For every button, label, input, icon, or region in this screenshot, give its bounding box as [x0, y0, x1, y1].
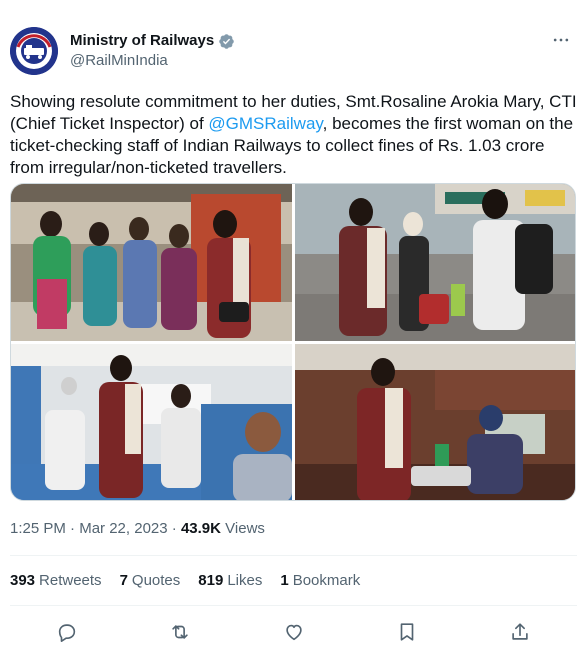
retweets-stat[interactable]: 393 Retweets	[10, 571, 102, 591]
tweet-date[interactable]: Mar 22, 2023	[79, 520, 167, 537]
tweet-card: Ministry of Railways @RailMinIndia Showi…	[0, 0, 587, 657]
bookmarks-stat[interactable]: 1 Bookmark	[280, 571, 360, 591]
tweet-text: Showing resolute commitment to her dutie…	[10, 91, 578, 179]
indian-railways-logo	[10, 27, 58, 75]
bookmark-icon[interactable]	[394, 619, 420, 645]
tweet-time[interactable]: 1:25 PM	[10, 520, 66, 537]
mention-link[interactable]: @GMSRailway	[208, 114, 322, 133]
action-bar	[10, 617, 577, 647]
media-photo-1[interactable]	[11, 184, 292, 341]
quotes-label: Quotes	[131, 572, 181, 589]
meta-separator: ·	[65, 520, 80, 537]
views-count: 43.9K	[180, 520, 221, 537]
media-grid	[10, 183, 576, 501]
tweet-header: Ministry of Railways @RailMinIndia	[10, 24, 577, 76]
engagement-stats: 393 Retweets 7 Quotes 819 Likes 1 Bookmark	[10, 571, 360, 591]
meta-separator-2: ·	[167, 520, 181, 537]
retweets-label: Retweets	[39, 572, 102, 589]
quotes-stat[interactable]: 7 Quotes	[120, 571, 181, 591]
quotes-count: 7	[119, 572, 128, 589]
bookmarks-label: Bookmark	[292, 572, 361, 589]
bookmarks-count: 1	[280, 572, 289, 589]
more-icon[interactable]	[547, 28, 575, 52]
like-icon[interactable]	[281, 619, 307, 645]
media-photo-4[interactable]	[295, 344, 575, 500]
likes-count: 819	[198, 572, 224, 589]
avatar[interactable]	[10, 27, 58, 75]
share-icon[interactable]	[507, 619, 533, 645]
retweet-icon[interactable]	[167, 619, 193, 645]
handle[interactable]: @RailMinIndia	[70, 52, 168, 70]
likes-label: Likes	[227, 572, 263, 589]
media-photo-3[interactable]	[11, 344, 292, 500]
divider	[10, 555, 577, 556]
display-name[interactable]: Ministry of Railways	[70, 32, 214, 50]
views-label: Views	[225, 520, 265, 537]
retweets-count: 393	[10, 572, 36, 589]
tweet-meta: 1:25 PM · Mar 22, 2023 · 43.9K Views	[10, 519, 265, 539]
name-row: Ministry of Railways	[70, 32, 235, 50]
verified-badge-icon	[218, 33, 235, 50]
divider	[10, 605, 577, 606]
likes-stat[interactable]: 819 Likes	[198, 571, 262, 591]
media-photo-2[interactable]	[295, 184, 575, 341]
reply-icon[interactable]	[54, 619, 80, 645]
